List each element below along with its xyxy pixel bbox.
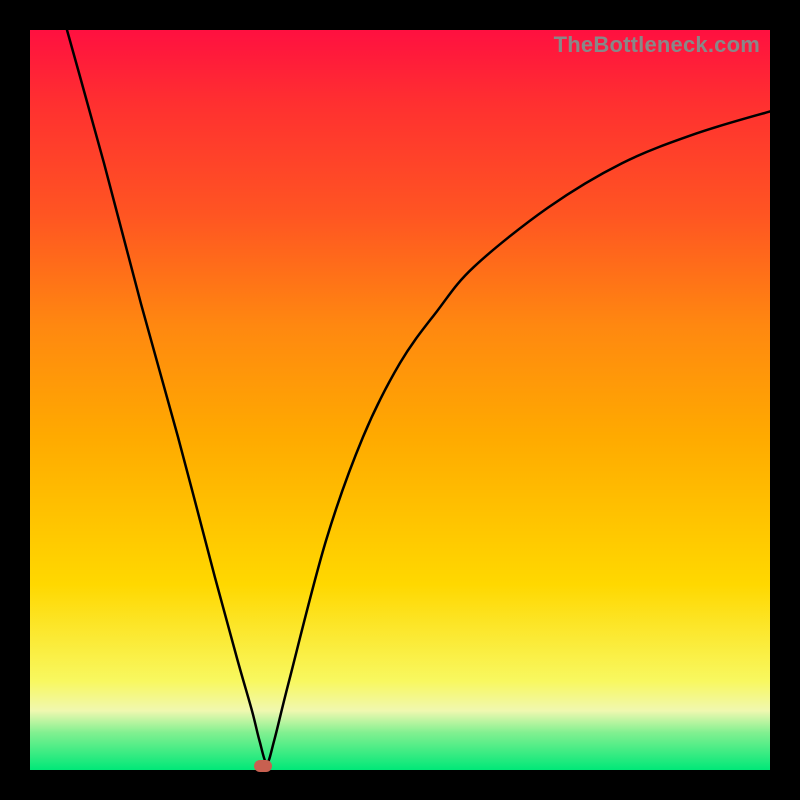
optimum-marker — [254, 760, 272, 772]
plot-area: TheBottleneck.com — [30, 30, 770, 770]
chart-frame: TheBottleneck.com — [0, 0, 800, 800]
bottleneck-curve — [30, 30, 770, 763]
curve-layer — [30, 30, 770, 770]
